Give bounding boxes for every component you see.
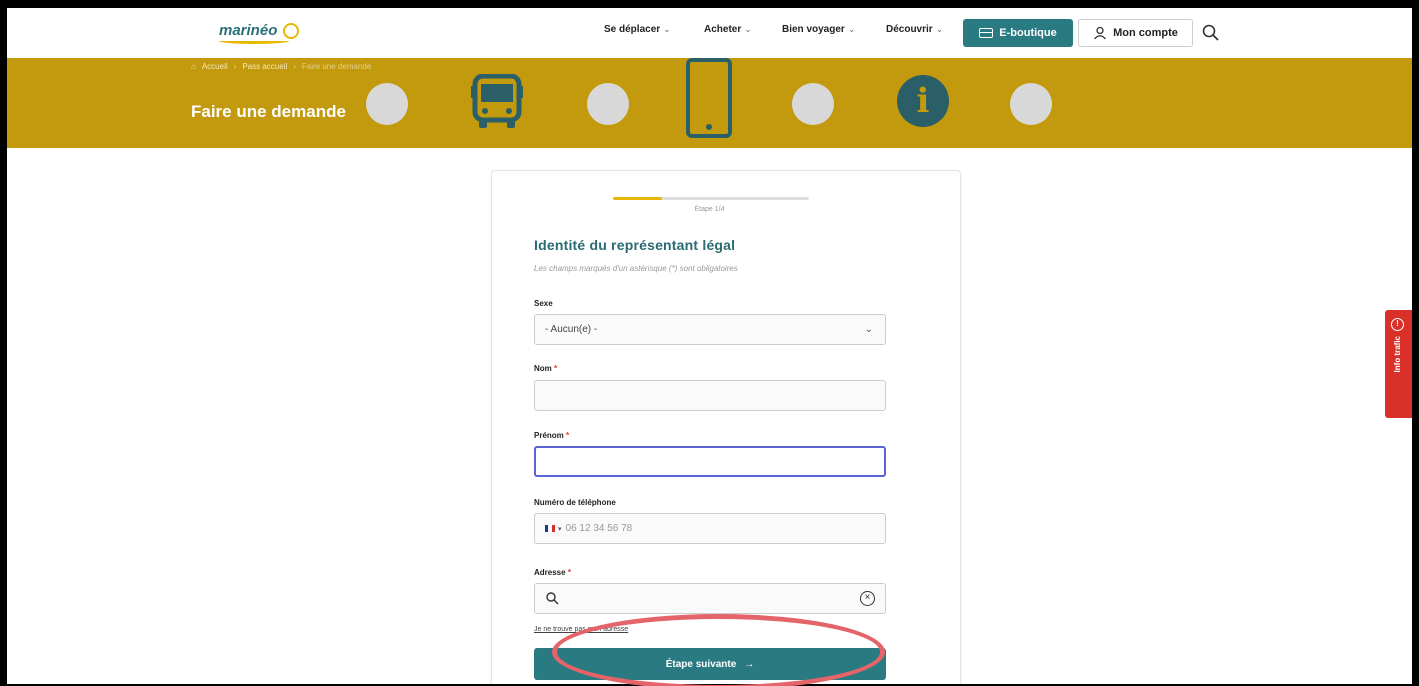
telephone-placeholder: 06 12 34 56 78 <box>565 523 633 534</box>
prenom-field[interactable] <box>534 446 886 477</box>
chevron-down-icon: ⌄ <box>935 24 944 34</box>
prenom-label: Prénom * <box>534 431 569 440</box>
page-frame: marinéo Se déplacer ⌄ Acheter ⌄ Bien voyag… <box>7 8 1412 684</box>
progress-bar <box>613 197 809 200</box>
sexe-select[interactable]: - Aucun(e) - ⌄ <box>534 314 886 345</box>
nav-acheter[interactable]: Acheter ⌄ <box>704 24 752 35</box>
home-icon: ⌂ <box>191 62 196 71</box>
smartphone-icon <box>686 58 732 138</box>
account-label: Mon compte <box>1113 27 1178 39</box>
nom-field[interactable] <box>534 380 886 411</box>
step-label: Étape 1/4 <box>694 206 725 213</box>
required-marker: * <box>567 568 571 577</box>
nom-label-text: Nom <box>534 364 552 373</box>
breadcrumb-pass-accueil[interactable]: Pass accueil <box>242 62 287 71</box>
breadcrumb-home[interactable]: Accueil <box>202 62 228 71</box>
account-button[interactable]: Mon compte <box>1078 19 1193 47</box>
search-icon[interactable] <box>1201 23 1221 43</box>
page-banner: ⌂ Accueil › Pass accueil › Faire une dem… <box>7 58 1412 148</box>
nav-label: Découvrir <box>886 24 933 35</box>
nav-label: Bien voyager <box>782 24 845 35</box>
info-icon: i <box>897 75 949 127</box>
sexe-value: - Aucun(e) - <box>545 324 598 335</box>
required-marker: * <box>566 431 570 440</box>
page-title: Faire une demande <box>191 102 346 121</box>
telephone-label-text: Numéro de téléphone <box>534 498 616 507</box>
eboutique-button[interactable]: E-boutique <box>963 19 1073 47</box>
next-step-button[interactable]: Étape suivante → <box>534 648 886 680</box>
arrow-right-icon: → <box>744 658 755 670</box>
user-icon <box>1094 26 1107 40</box>
chevron-down-icon: ⌄ <box>847 24 856 34</box>
decorative-dot <box>587 83 629 125</box>
breadcrumb-separator: › <box>293 62 296 71</box>
request-form-card: Étape 1/4 Identité du représentant légal… <box>491 170 961 684</box>
logo-text: marinéo <box>219 22 278 39</box>
sexe-label: Sexe <box>534 299 553 308</box>
info-trafic-tab[interactable]: ! Info trafic <box>1385 310 1412 418</box>
telephone-label: Numéro de téléphone <box>534 498 616 507</box>
decorative-dot <box>1010 83 1052 125</box>
logo-circle <box>283 23 299 39</box>
alert-icon: ! <box>1391 318 1404 331</box>
breadcrumb-separator: › <box>233 62 237 71</box>
form-subtitle: Les champs marqués d'un astérisque (*) s… <box>534 264 738 273</box>
caret-down-icon: ▾ <box>558 525 562 533</box>
bus-icon <box>471 74 523 128</box>
eboutique-label: E-boutique <box>999 27 1057 39</box>
sexe-label-text: Sexe <box>534 299 553 308</box>
nav-se-deplacer[interactable]: Se déplacer ⌄ <box>604 24 671 35</box>
decorative-dot <box>366 83 408 125</box>
marineo-logo[interactable]: marinéo <box>219 22 299 46</box>
required-marker: * <box>554 364 558 373</box>
breadcrumb: ⌂ Accueil › Pass accueil › Faire une dem… <box>191 62 371 71</box>
nav-label: Se déplacer <box>604 24 661 35</box>
telephone-field[interactable]: ▾ 06 12 34 56 78 <box>534 513 886 544</box>
adresse-label-text: Adresse <box>534 568 566 577</box>
logo-swoosh <box>219 38 289 44</box>
breadcrumb-current: Faire une demande <box>301 62 372 71</box>
adresse-label: Adresse * <box>534 568 571 577</box>
info-trafic-label: Info trafic <box>1393 336 1402 373</box>
search-icon <box>546 592 559 605</box>
card-icon <box>979 28 994 38</box>
nav-bien-voyager[interactable]: Bien voyager ⌄ <box>782 24 855 35</box>
progress-fill <box>613 197 662 200</box>
address-not-found-link[interactable]: Je ne trouve pas mon adresse <box>534 626 628 633</box>
chevron-down-icon: ⌄ <box>864 324 873 335</box>
form-title: Identité du représentant légal <box>534 237 736 253</box>
decorative-dot <box>792 83 834 125</box>
chevron-down-icon: ⌄ <box>744 24 752 34</box>
chevron-down-icon: ⌄ <box>663 24 671 34</box>
next-step-label: Étape suivante <box>665 658 737 670</box>
clear-icon[interactable]: × <box>860 591 875 606</box>
nav-label: Acheter <box>704 24 742 35</box>
prenom-label-text: Prénom <box>534 431 564 440</box>
nom-label: Nom * <box>534 364 557 373</box>
france-flag-icon[interactable] <box>545 525 555 532</box>
site-header: marinéo Se déplacer ⌄ Acheter ⌄ Bien voyag… <box>7 8 1412 58</box>
nav-decouvrir[interactable]: Découvrir ⌄ <box>886 24 943 35</box>
adresse-field[interactable]: × <box>534 583 886 614</box>
